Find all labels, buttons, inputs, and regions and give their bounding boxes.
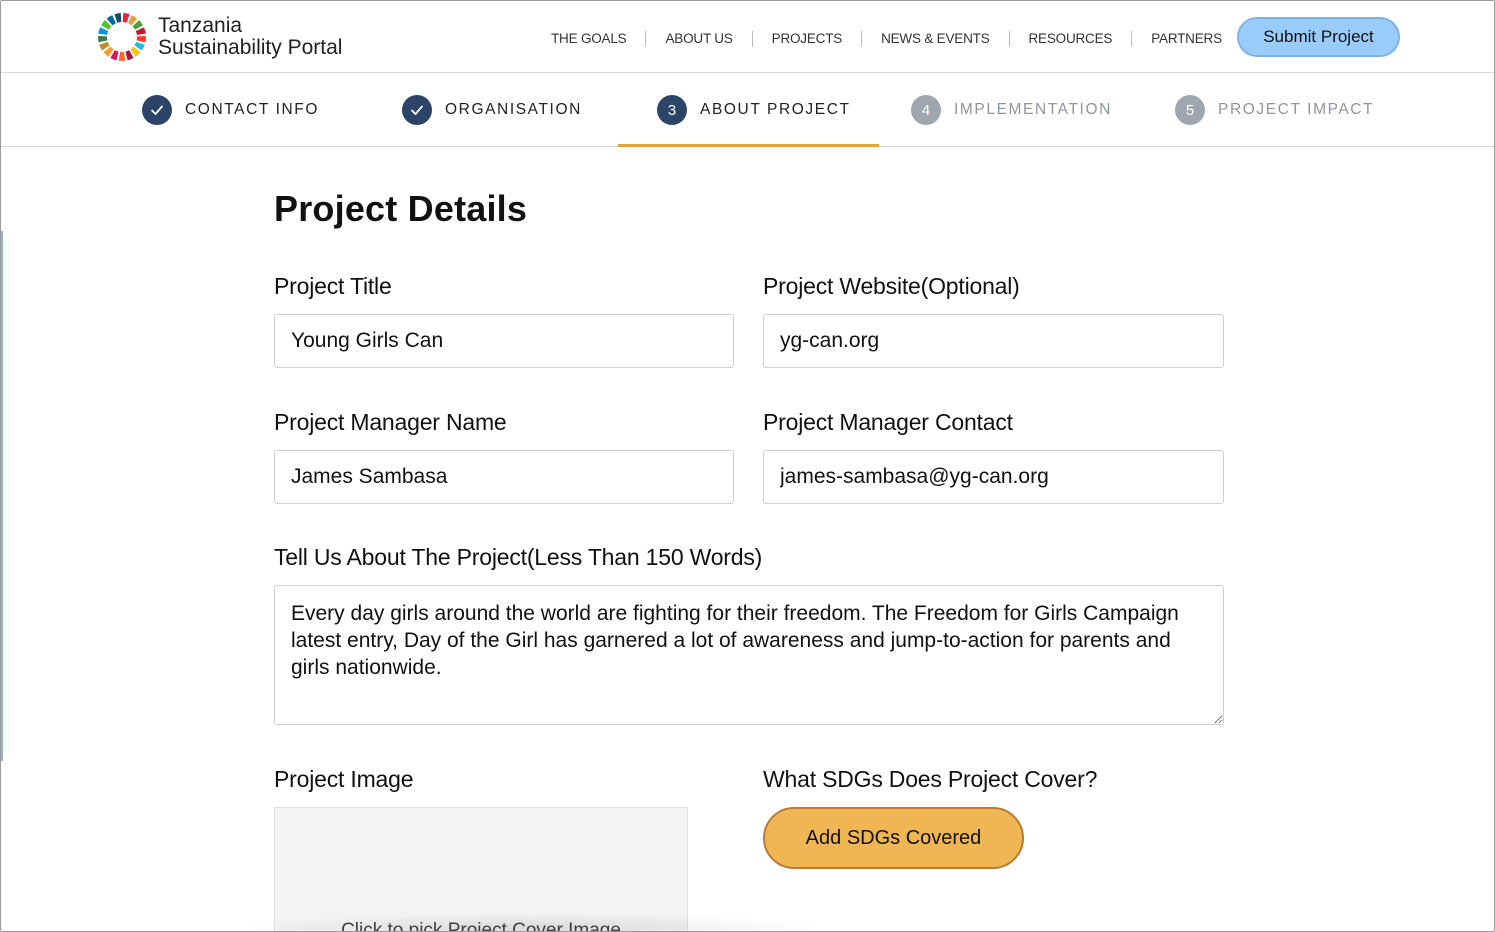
project-title-input[interactable] — [274, 314, 734, 368]
sdg-wheel-segment — [122, 13, 130, 23]
check-icon — [402, 95, 432, 125]
about-project-label: Tell Us About The Project(Less Than 150 … — [274, 544, 763, 570]
nav-link-about-us[interactable]: ABOUT US — [646, 29, 751, 49]
sdgs-label: What SDGs Does Project Cover? — [763, 766, 1098, 792]
site-name: Tanzania Sustainability Portal — [158, 15, 342, 59]
main-nav: THE GOALS ABOUT US PROJECTS NEWS & EVENT… — [532, 29, 1241, 49]
step-label: CONTACT INFO — [185, 101, 320, 118]
step-label: PROJECT IMPACT — [1218, 101, 1375, 118]
sdg-wheel-segment — [136, 35, 146, 43]
step-contact-info[interactable]: CONTACT INFO — [142, 73, 319, 147]
nav-link-projects[interactable]: PROJECTS — [753, 29, 861, 49]
site-header: Tanzania Sustainability Portal THE GOALS… — [1, 1, 1494, 73]
manager-contact-input[interactable] — [763, 450, 1224, 504]
step-implementation[interactable]: 4 IMPLEMENTATION — [911, 73, 1112, 147]
project-image-picker[interactable]: Click to pick Project Cover Image — [274, 807, 688, 932]
submit-project-button[interactable]: Submit Project — [1237, 17, 1400, 57]
project-title-label: Project Title — [274, 273, 392, 299]
site-name-line1: Tanzania — [158, 14, 243, 37]
step-organisation[interactable]: ORGANISATION — [402, 73, 582, 147]
sdg-wheel-icon — [98, 13, 146, 62]
browser-page: Tanzania Sustainability Portal THE GOALS… — [0, 0, 1495, 932]
step-project-impact[interactable]: 5 PROJECT IMPACT — [1175, 73, 1374, 147]
step-number: 5 — [1175, 95, 1205, 125]
check-icon — [142, 95, 172, 125]
window-edge — [1, 231, 3, 761]
sdg-wheel-segment — [114, 13, 122, 23]
step-label: ABOUT PROJECT — [700, 101, 851, 118]
project-website-input[interactable] — [763, 314, 1224, 368]
add-sdgs-button[interactable]: Add SDGs Covered — [763, 807, 1024, 869]
manager-name-input[interactable] — [274, 450, 734, 504]
sdg-wheel-segment — [98, 27, 109, 35]
active-step-indicator — [618, 144, 879, 147]
step-label: IMPLEMENTATION — [954, 101, 1112, 118]
step-about-project[interactable]: 3 ABOUT PROJECT — [657, 73, 851, 147]
image-picker-hint: Click to pick Project Cover Image — [341, 920, 621, 932]
project-website-label: Project Website(Optional) — [763, 273, 1020, 299]
manager-contact-label: Project Manager Contact — [763, 409, 1013, 435]
step-number: 3 — [657, 95, 687, 125]
nav-link-the-goals[interactable]: THE GOALS — [532, 29, 645, 49]
site-logo[interactable]: Tanzania Sustainability Portal — [97, 12, 342, 62]
step-number: 4 — [911, 95, 941, 125]
page-title: Project Details — [274, 188, 528, 229]
sdg-wheel-segment — [98, 35, 108, 43]
sdg-wheel-segment — [135, 27, 146, 35]
nav-link-resources[interactable]: RESOURCES — [1010, 29, 1132, 49]
nav-link-partners[interactable]: PARTNERS — [1132, 29, 1241, 49]
sdg-wheel-segment — [118, 51, 126, 62]
step-label: ORGANISATION — [445, 101, 582, 118]
nav-link-news-events[interactable]: NEWS & EVENTS — [862, 29, 1008, 49]
form-stepper: CONTACT INFO ORGANISATION 3 ABOUT PROJEC… — [1, 73, 1494, 147]
manager-name-label: Project Manager Name — [274, 409, 507, 435]
about-project-textarea[interactable]: Every day girls around the world are fig… — [274, 585, 1224, 725]
project-image-label: Project Image — [274, 766, 414, 792]
site-name-line2: Sustainability Portal — [158, 36, 343, 59]
